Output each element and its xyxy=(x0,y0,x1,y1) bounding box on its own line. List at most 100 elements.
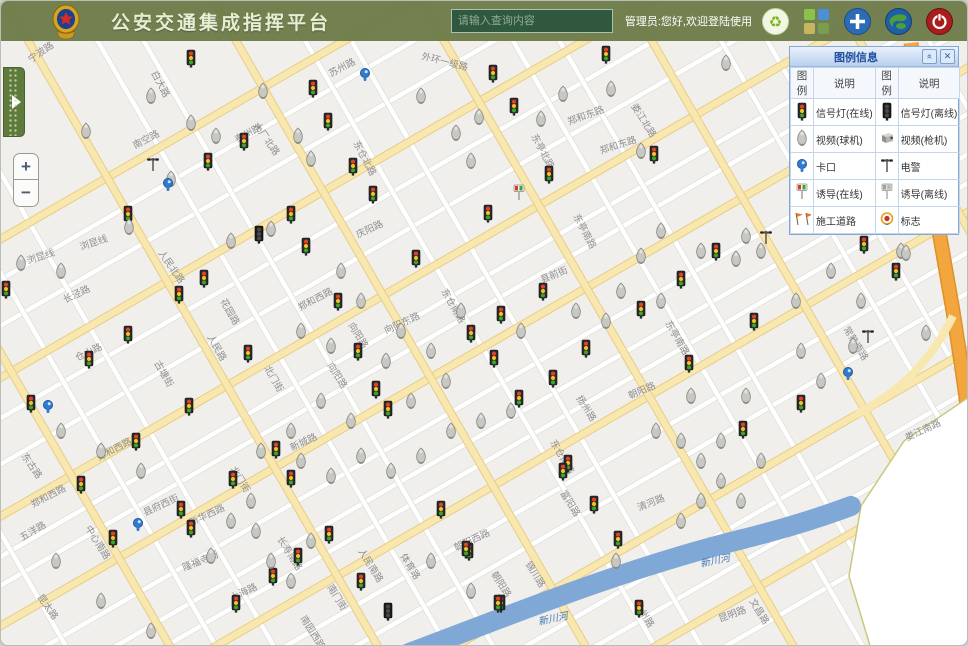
traffic-light-online-icon[interactable] xyxy=(510,98,518,116)
traffic-light-online-icon[interactable] xyxy=(437,501,445,519)
add-icon[interactable] xyxy=(844,8,871,35)
traffic-light-online-icon[interactable] xyxy=(545,166,553,184)
zoom-in-button[interactable]: + xyxy=(13,153,39,180)
traffic-light-online-icon[interactable] xyxy=(232,595,240,613)
guidance-online-icon xyxy=(791,180,814,207)
map-tiles-icon[interactable] xyxy=(803,8,830,35)
guidance-offline-icon xyxy=(875,180,898,207)
traffic-light-online-icon[interactable] xyxy=(187,50,195,68)
traffic-light-online-icon[interactable] xyxy=(614,531,622,549)
traffic-light-online-icon[interactable] xyxy=(739,421,747,439)
traffic-light-online-icon[interactable] xyxy=(369,186,377,204)
traffic-light-online-icon[interactable] xyxy=(132,433,140,451)
legend-column-header: 说明 xyxy=(898,68,960,99)
checkpoint-camera-icon xyxy=(791,153,814,180)
traffic-light-online-icon[interactable] xyxy=(539,283,547,301)
traffic-light-online-icon[interactable] xyxy=(287,206,295,224)
legend-label: 信号灯(在线) xyxy=(814,99,876,126)
traffic-light-online-icon[interactable] xyxy=(175,286,183,304)
traffic-light-online-icon[interactable] xyxy=(462,541,470,559)
traffic-light-online-icon[interactable] xyxy=(109,530,117,548)
refresh-icon[interactable]: ♻ xyxy=(762,8,789,35)
construction-flags-icon xyxy=(791,207,814,234)
traffic-light-online-icon[interactable] xyxy=(124,326,132,344)
traffic-light-online-icon[interactable] xyxy=(549,370,557,388)
traffic-light-online-icon[interactable] xyxy=(677,271,685,289)
traffic-light-online-icon[interactable] xyxy=(272,441,280,459)
traffic-light-online-icon[interactable] xyxy=(515,390,523,408)
traffic-light-offline-icon[interactable] xyxy=(384,603,392,621)
traffic-light-online-icon[interactable] xyxy=(244,345,252,363)
close-icon[interactable]: ✕ xyxy=(940,49,955,64)
collapse-icon[interactable]: « xyxy=(922,49,937,64)
traffic-light-online-icon[interactable] xyxy=(712,243,720,261)
legend-column-header: 图例 xyxy=(791,68,814,99)
power-icon[interactable] xyxy=(926,8,953,35)
box-camera-icon xyxy=(875,126,898,153)
legend-label: 信号灯(离线) xyxy=(898,99,960,126)
traffic-light-online-icon[interactable] xyxy=(602,46,610,64)
traffic-light-online-icon[interactable] xyxy=(325,526,333,544)
traffic-light-online-icon[interactable] xyxy=(294,548,302,566)
legend-label: 卡口 xyxy=(814,153,876,180)
traffic-light-online-icon[interactable] xyxy=(484,205,492,223)
traffic-light-online-icon[interactable] xyxy=(650,146,658,164)
traffic-light-online-icon[interactable] xyxy=(27,395,35,413)
traffic-light-online-icon[interactable] xyxy=(334,293,342,311)
traffic-light-online-icon[interactable] xyxy=(200,270,208,288)
expander-dots xyxy=(8,68,18,136)
traffic-light-online-icon[interactable] xyxy=(489,65,497,83)
zoom-out-button[interactable]: − xyxy=(13,180,39,207)
traffic-light-online-icon[interactable] xyxy=(590,496,598,514)
traffic-light-online-icon[interactable] xyxy=(497,306,505,324)
police-badge-logo xyxy=(49,2,83,40)
sign-badge-icon xyxy=(875,207,898,234)
traffic-light-online-icon[interactable] xyxy=(187,520,195,538)
traffic-light-online-icon[interactable] xyxy=(635,600,643,618)
traffic-light-online-icon[interactable] xyxy=(582,340,590,358)
traffic-light-online-icon[interactable] xyxy=(287,470,295,488)
search-input[interactable] xyxy=(451,9,613,33)
traffic-light-online-icon[interactable] xyxy=(750,313,758,331)
traffic-light-online-icon[interactable] xyxy=(357,573,365,591)
traffic-light-offline-icon[interactable] xyxy=(255,226,263,244)
traffic-light-online-icon[interactable] xyxy=(77,476,85,494)
legend-row: 卡口电警 xyxy=(791,153,960,180)
traffic-light-online-icon[interactable] xyxy=(685,355,693,373)
epolice-icon xyxy=(875,153,898,180)
svg-text:♻: ♻ xyxy=(769,14,782,31)
traffic-light-online-icon[interactable] xyxy=(637,301,645,319)
traffic-light-online-icon[interactable] xyxy=(490,350,498,368)
traffic-light-online-icon[interactable] xyxy=(354,343,362,361)
traffic-light-online-icon[interactable] xyxy=(797,395,805,413)
map-zoom-control: + − xyxy=(13,153,39,207)
traffic-light-online-icon[interactable] xyxy=(860,236,868,254)
traffic-light-online-icon[interactable] xyxy=(494,595,502,613)
globe-icon[interactable] xyxy=(885,8,912,35)
traffic-light-online-icon[interactable] xyxy=(467,325,475,343)
traffic-light-online-icon[interactable] xyxy=(177,501,185,519)
traffic-light-online-icon[interactable] xyxy=(559,463,567,481)
legend-column-header: 说明 xyxy=(814,68,876,99)
legend-label: 诱导(离线) xyxy=(898,180,960,207)
panel-expander[interactable] xyxy=(3,67,25,137)
traffic-light-online-icon[interactable] xyxy=(85,351,93,369)
traffic-light-online-icon[interactable] xyxy=(2,281,10,299)
traffic-light-online-icon[interactable] xyxy=(240,133,248,151)
traffic-light-online-icon[interactable] xyxy=(372,381,380,399)
traffic-light-online-icon[interactable] xyxy=(349,158,357,176)
traffic-light-online-icon[interactable] xyxy=(185,398,193,416)
legend-column-header: 图例 xyxy=(875,68,898,99)
traffic-light-online-icon[interactable] xyxy=(229,471,237,489)
traffic-light-online-icon[interactable] xyxy=(269,568,277,586)
traffic-light-online-icon[interactable] xyxy=(324,113,332,131)
traffic-light-online-icon[interactable] xyxy=(204,153,212,171)
app-window: 宁波路白大路外环一级路苏州路娄江北路郑和东路郑和东路东亭北路东仓北路泰州路大厂北… xyxy=(0,0,968,646)
traffic-light-online-icon[interactable] xyxy=(892,263,900,281)
traffic-light-online-icon[interactable] xyxy=(384,401,392,419)
traffic-light-online-icon[interactable] xyxy=(309,80,317,98)
traffic-light-online-icon[interactable] xyxy=(302,238,310,256)
traffic-light-online-icon xyxy=(791,99,814,126)
legend-table: 图例说明图例说明 信号灯(在线)信号灯(离线)视频(球机)视频(枪机)卡口电警诱… xyxy=(790,67,960,234)
traffic-light-online-icon[interactable] xyxy=(412,250,420,268)
